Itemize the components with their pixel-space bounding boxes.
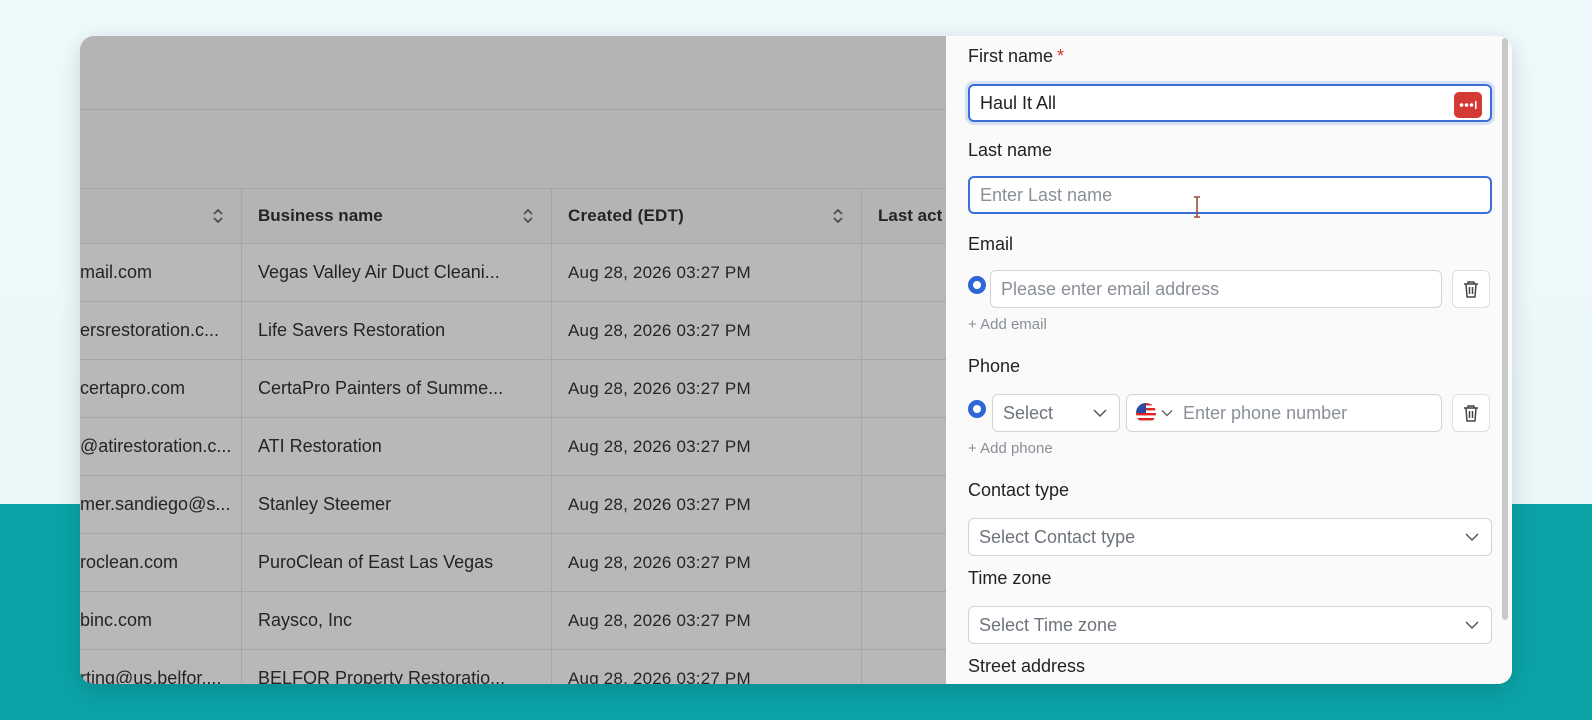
- delete-phone-button[interactable]: [1452, 394, 1490, 432]
- delete-email-button[interactable]: [1452, 270, 1490, 308]
- contact-type-placeholder: Select Contact type: [979, 526, 1136, 547]
- contact-type-select[interactable]: Select Contact type: [968, 518, 1492, 556]
- contact-type-label: Contact type: [968, 480, 1070, 500]
- time-zone-label: Time zone: [968, 568, 1052, 588]
- email-label: Email: [968, 234, 1014, 254]
- email-input[interactable]: Please enter email address: [990, 270, 1442, 308]
- modal-backdrop[interactable]: [80, 36, 946, 684]
- email-placeholder: Please enter email address: [1001, 278, 1220, 299]
- primary-phone-radio[interactable]: [968, 400, 986, 418]
- add-email-link[interactable]: + Add email: [968, 316, 1047, 333]
- chevron-down-icon: [1093, 409, 1107, 418]
- primary-email-radio[interactable]: [968, 276, 986, 294]
- chevron-down-icon: [1161, 410, 1173, 417]
- street-address-label: Street address: [968, 656, 1086, 676]
- phone-input[interactable]: Enter phone number: [1126, 394, 1442, 432]
- first-name-value: Haul It All: [980, 92, 1057, 113]
- last-name-placeholder: Enter Last name: [980, 184, 1113, 205]
- trash-icon: [1464, 405, 1478, 422]
- panel-scrollbar[interactable]: [1502, 38, 1508, 620]
- country-code-select[interactable]: [1135, 402, 1173, 424]
- us-flag-icon: [1136, 403, 1156, 423]
- create-contact-panel: First name * Haul It All Last name Enter …: [946, 36, 1512, 684]
- contacts-table-area: Business name Created (EDT) Last act mai…: [80, 36, 946, 684]
- last-name-input[interactable]: Enter Last name: [968, 176, 1492, 214]
- trash-icon: [1464, 281, 1478, 298]
- time-zone-select[interactable]: Select Time zone: [968, 606, 1492, 644]
- required-mark: *: [1057, 46, 1065, 66]
- add-phone-link[interactable]: + Add phone: [968, 440, 1053, 457]
- phone-type-select[interactable]: Select: [992, 394, 1120, 432]
- phone-label: Phone: [968, 356, 1021, 376]
- password-manager-icon[interactable]: [1454, 92, 1482, 118]
- phone-placeholder: Enter phone number: [1183, 402, 1348, 423]
- chevron-down-icon: [1465, 621, 1479, 630]
- first-name-label: First name *: [968, 46, 1065, 66]
- phone-type-placeholder: Select: [1003, 402, 1054, 423]
- time-zone-placeholder: Select Time zone: [979, 614, 1118, 635]
- chevron-down-icon: [1465, 533, 1479, 542]
- first-name-input[interactable]: Haul It All: [968, 84, 1492, 122]
- text-cursor-icon: [1194, 196, 1200, 218]
- app-window: Business name Created (EDT) Last act mai…: [80, 36, 1512, 684]
- last-name-label: Last name: [968, 140, 1053, 160]
